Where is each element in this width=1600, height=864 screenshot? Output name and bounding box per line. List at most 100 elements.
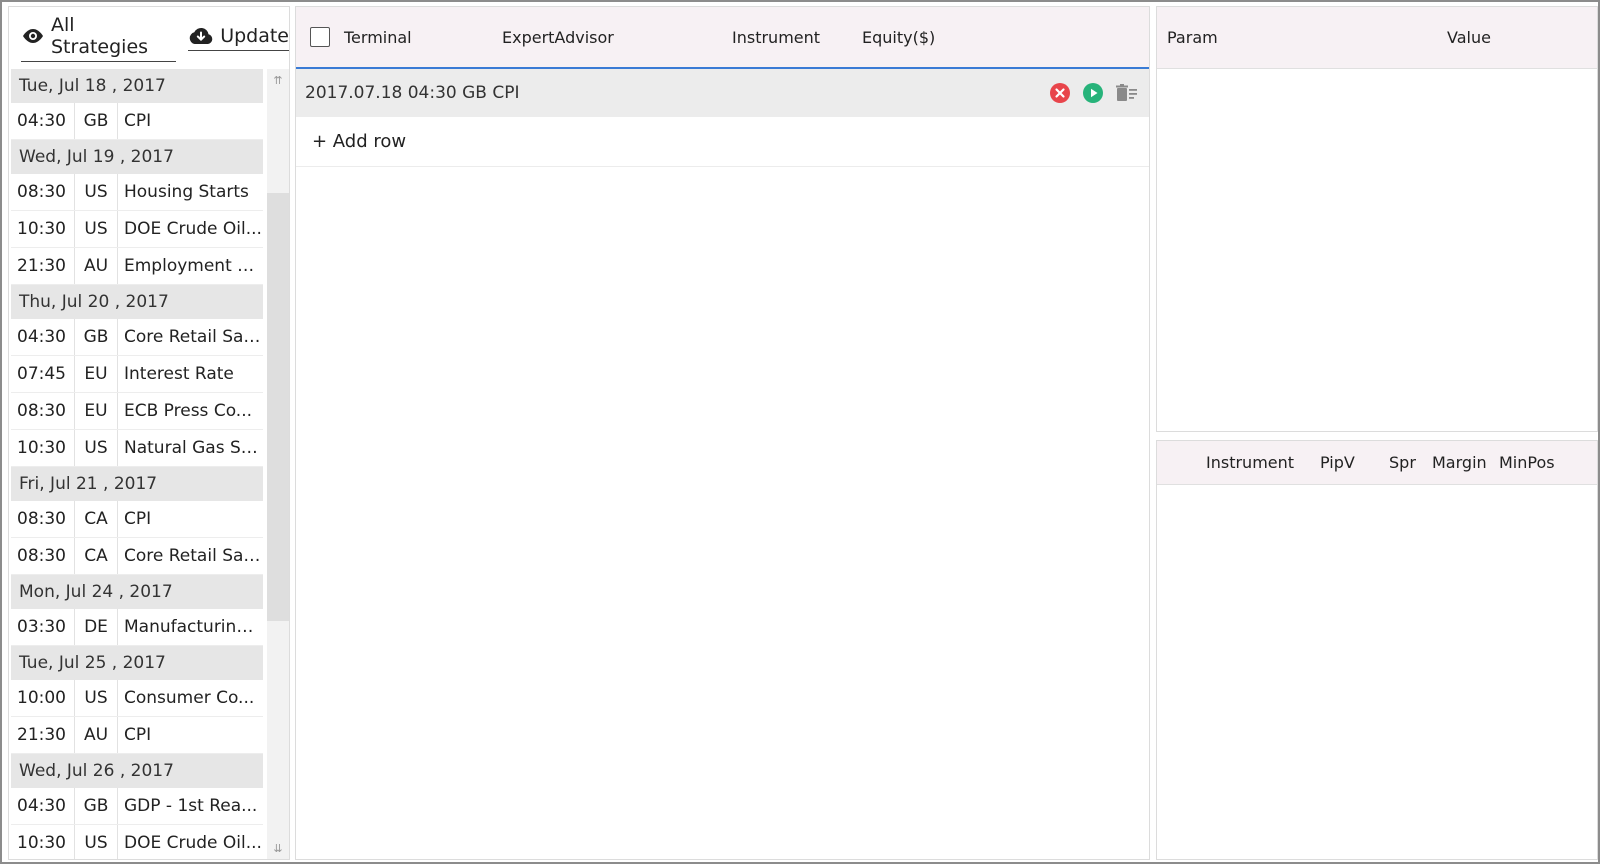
event-name: Natural Gas St...: [124, 438, 263, 458]
update-label: Update: [220, 25, 289, 47]
eye-icon: [21, 28, 45, 44]
strategy-row-actions: [1049, 82, 1139, 109]
event-time: 04:30: [11, 319, 75, 355]
date-header: Thu, Jul 20 , 2017: [11, 285, 263, 319]
event-time: 07:45: [11, 356, 75, 392]
event-country: CA: [75, 538, 118, 574]
event-time: 10:30: [11, 825, 75, 859]
event-row[interactable]: 04:30 GB CPI: [11, 103, 263, 140]
event-name: Core Retail Sal...: [124, 546, 263, 566]
event-time: 08:30: [11, 538, 75, 574]
event-name: CPI: [124, 509, 152, 529]
column-pipv[interactable]: PipV: [1320, 453, 1389, 472]
event-row[interactable]: 07:45 EU Interest Rate: [11, 356, 263, 393]
event-row[interactable]: 08:30 EU ECB Press Co...: [11, 393, 263, 430]
event-name: Housing Starts: [124, 182, 249, 202]
event-time: 04:30: [11, 103, 75, 139]
event-name: GDP - 1st Rea...: [124, 796, 258, 816]
event-country: GB: [75, 319, 118, 355]
column-instrument[interactable]: Instrument: [1206, 453, 1320, 472]
app-window: All Strategies Update Tue, Jul 18 , 2017…: [0, 0, 1600, 864]
select-all-checkbox[interactable]: [310, 27, 330, 47]
event-country: AU: [75, 717, 118, 753]
events-list: Tue, Jul 18 , 2017 04:30 GB CPI Wed, Jul 19 …: [11, 69, 263, 859]
event-row[interactable]: 10:00 US Consumer Co...: [11, 680, 263, 717]
column-minpos[interactable]: MinPos: [1499, 453, 1555, 472]
scroll-up-arrow-icon[interactable]: ⇈: [267, 69, 289, 91]
event-name: ECB Press Co...: [124, 401, 253, 421]
column-terminal[interactable]: Terminal: [344, 28, 502, 47]
strategies-panel: Terminal ExpertAdvisor Instrument Equity…: [295, 6, 1150, 860]
column-value[interactable]: Value: [1447, 28, 1491, 47]
event-time: 08:30: [11, 174, 75, 210]
column-equity[interactable]: Equity($): [862, 28, 1012, 47]
play-circle-icon[interactable]: [1082, 82, 1104, 109]
instruments-panel: Instrument PipV Spr Margin MinPos: [1156, 440, 1598, 860]
event-name: CPI: [124, 725, 152, 745]
event-country: CA: [75, 501, 118, 537]
calendar-toolbar: All Strategies Update: [9, 7, 289, 69]
date-header: Wed, Jul 26 , 2017: [11, 754, 263, 788]
all-strategies-button[interactable]: All Strategies: [21, 14, 177, 62]
strategy-row[interactable]: 2017.07.18 04:30 GB CPI: [296, 69, 1149, 117]
close-circle-icon[interactable]: [1049, 82, 1071, 109]
event-time: 21:30: [11, 717, 75, 753]
column-param[interactable]: Param: [1167, 28, 1447, 47]
event-row[interactable]: 10:30 US DOE Crude Oil...: [11, 211, 263, 248]
event-country: US: [75, 825, 118, 859]
event-country: GB: [75, 103, 118, 139]
params-table-header: Param Value: [1157, 7, 1597, 69]
event-name: Core Retail Sal...: [124, 327, 263, 347]
event-time: 08:30: [11, 501, 75, 537]
event-time: 10:30: [11, 211, 75, 247]
event-country: US: [75, 174, 118, 210]
scroll-thumb[interactable]: [267, 193, 289, 621]
params-panel: Param Value: [1156, 6, 1598, 432]
event-country: AU: [75, 248, 118, 284]
date-header: Mon, Jul 24 , 2017: [11, 575, 263, 609]
event-row[interactable]: 08:30 CA CPI: [11, 501, 263, 538]
event-country: US: [75, 680, 118, 716]
event-row[interactable]: 10:30 US Natural Gas St...: [11, 430, 263, 467]
event-time: 10:30: [11, 430, 75, 466]
event-country: EU: [75, 356, 118, 392]
strategies-table-header: Terminal ExpertAdvisor Instrument Equity…: [296, 7, 1149, 69]
scroll-down-arrow-icon[interactable]: ⇊: [267, 837, 289, 859]
event-time: 03:30: [11, 609, 75, 645]
column-instrument[interactable]: Instrument: [732, 28, 862, 47]
event-row[interactable]: 21:30 AU CPI: [11, 717, 263, 754]
event-name: Interest Rate: [124, 364, 234, 384]
event-time: 21:30: [11, 248, 75, 284]
event-time: 08:30: [11, 393, 75, 429]
all-strategies-label: All Strategies: [51, 14, 149, 58]
column-expert-advisor[interactable]: ExpertAdvisor: [502, 28, 732, 47]
event-name: Consumer Co...: [124, 688, 255, 708]
event-row[interactable]: 03:30 DE Manufacturing...: [11, 609, 263, 646]
event-row[interactable]: 08:30 US Housing Starts: [11, 174, 263, 211]
event-time: 04:30: [11, 788, 75, 824]
event-name: Manufacturing...: [124, 617, 263, 637]
event-name: Employment C...: [124, 256, 263, 276]
calendar-scrollbar[interactable]: ⇈ ⇊: [267, 69, 289, 859]
event-row[interactable]: 08:30 CA Core Retail Sal...: [11, 538, 263, 575]
date-header: Fri, Jul 21 , 2017: [11, 467, 263, 501]
event-row[interactable]: 21:30 AU Employment C...: [11, 248, 263, 285]
event-row[interactable]: 04:30 GB Core Retail Sal...: [11, 319, 263, 356]
column-margin[interactable]: Margin: [1432, 453, 1499, 472]
update-button[interactable]: Update: [188, 25, 289, 51]
date-header: Wed, Jul 19 , 2017: [11, 140, 263, 174]
event-country: EU: [75, 393, 118, 429]
instruments-table-header: Instrument PipV Spr Margin MinPos: [1157, 441, 1597, 485]
delete-list-icon[interactable]: [1115, 83, 1139, 108]
column-spr[interactable]: Spr: [1389, 453, 1432, 472]
event-country: US: [75, 430, 118, 466]
event-row[interactable]: 04:30 GB GDP - 1st Rea...: [11, 788, 263, 825]
event-name: CPI: [124, 111, 152, 131]
event-country: GB: [75, 788, 118, 824]
event-row[interactable]: 10:30 US DOE Crude Oil...: [11, 825, 263, 859]
event-country: US: [75, 211, 118, 247]
event-name: DOE Crude Oil...: [124, 833, 262, 853]
add-row-button[interactable]: + Add row: [296, 117, 1149, 167]
date-header: Tue, Jul 25 , 2017: [11, 646, 263, 680]
event-time: 10:00: [11, 680, 75, 716]
